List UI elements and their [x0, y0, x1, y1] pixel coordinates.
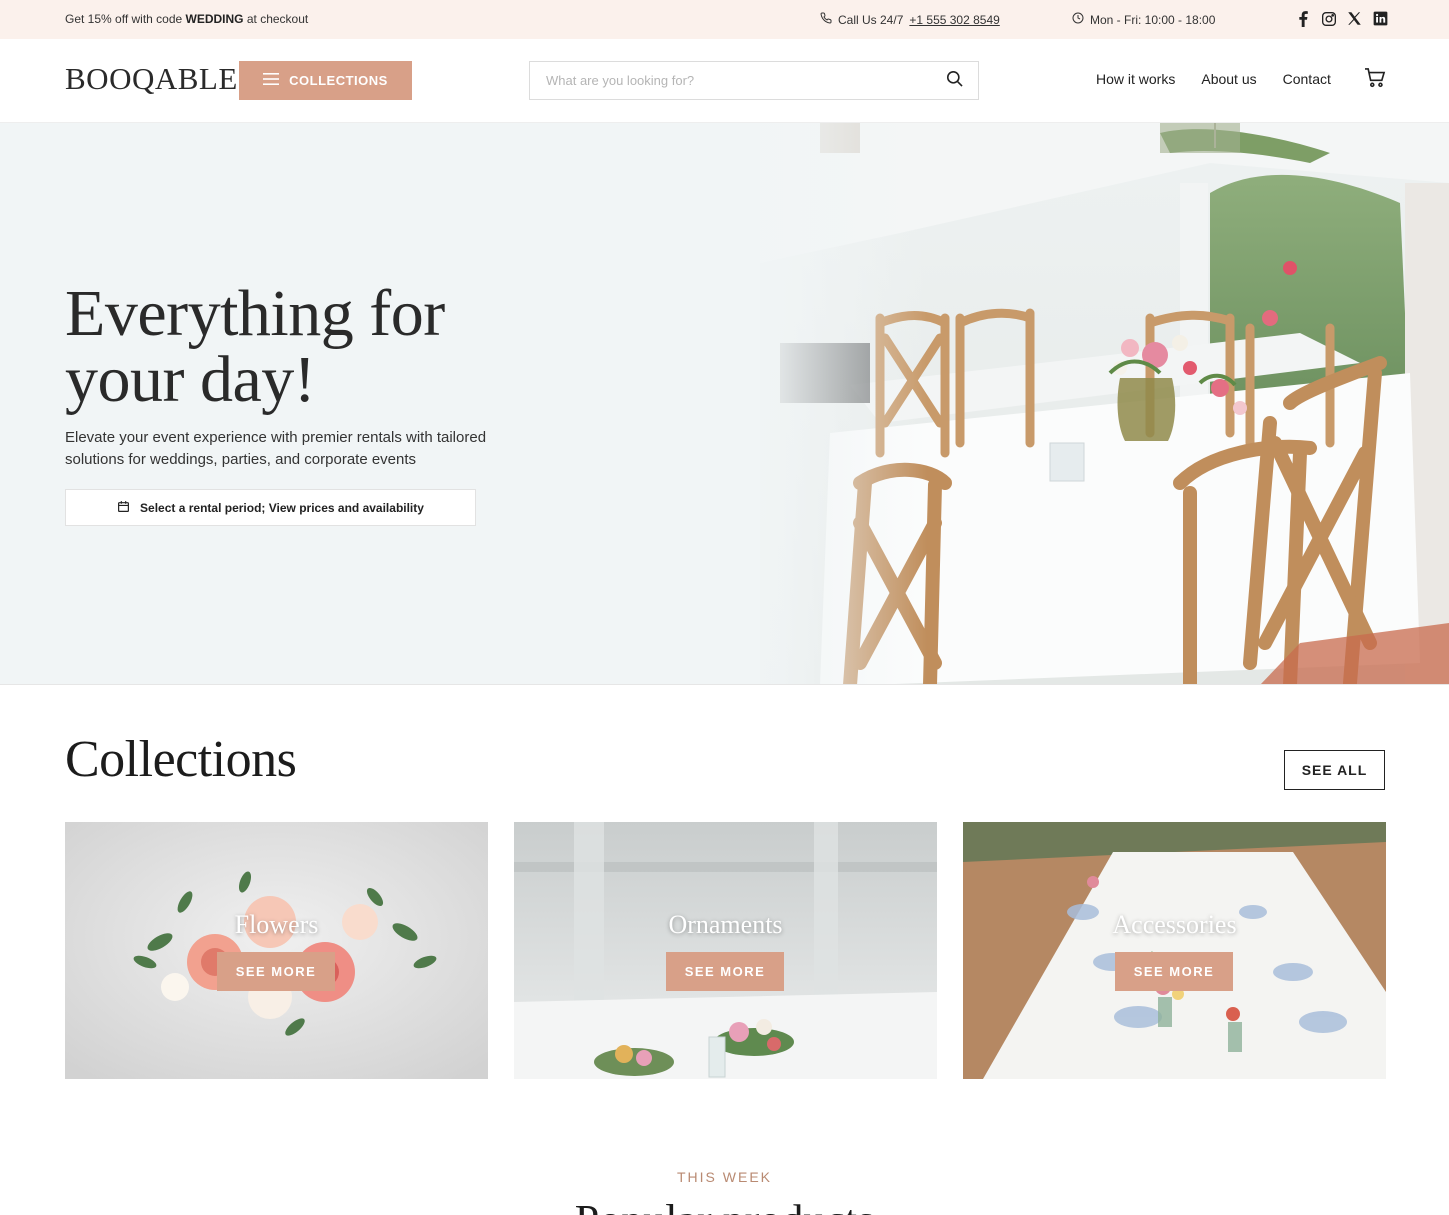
collection-label-accessories: Accessories: [1112, 910, 1237, 939]
collections-menu-label: COLLECTIONS: [289, 73, 388, 88]
social-links: [1294, 10, 1389, 27]
top-promo-bar: Get 15% off with code WEDDING at checkou…: [0, 0, 1449, 39]
cart-icon[interactable]: [1364, 68, 1386, 93]
phone-icon: [820, 12, 832, 27]
x-icon[interactable]: [1346, 10, 1363, 27]
rental-period-label: Select a rental period; View prices and …: [140, 500, 424, 515]
main-nav: How it works About us Contact: [1096, 71, 1331, 87]
promo-prefix: Get 15% off with code: [65, 12, 186, 26]
phone-number-link[interactable]: +1 555 302 8549: [909, 13, 999, 27]
menu-icon: [263, 73, 280, 88]
see-more-accessories-button[interactable]: SEE MORE: [1115, 952, 1233, 991]
see-all-button[interactable]: SEE ALL: [1284, 750, 1385, 790]
hours-text: Mon - Fri: 10:00 - 18:00: [1090, 12, 1216, 27]
site-logo[interactable]: BOOQABLE: [65, 61, 238, 97]
collection-card-accessories[interactable]: Accessories SEE MORE: [963, 822, 1386, 1079]
this-week-eyebrow: THIS WEEK: [676, 1169, 772, 1185]
hero-section: Everything for your day! Elevate your ev…: [0, 123, 1449, 685]
accessories-photo: [963, 822, 1386, 1079]
collection-card-ornaments[interactable]: Ornaments SEE MORE: [514, 822, 937, 1079]
instagram-icon[interactable]: [1320, 10, 1337, 27]
nav-contact[interactable]: Contact: [1283, 71, 1331, 87]
call-label: Call Us 24/7: [838, 12, 904, 27]
promo-code: WEDDING: [185, 12, 244, 26]
rental-period-button[interactable]: Select a rental period; View prices and …: [65, 489, 476, 526]
calendar-icon: [117, 500, 130, 516]
see-more-flowers-button[interactable]: SEE MORE: [217, 952, 335, 991]
collection-label-ornaments: Ornaments: [668, 910, 783, 939]
collection-card-flowers[interactable]: Flowers SEE MORE: [65, 822, 488, 1079]
hero-title: Everything for your day!: [65, 277, 445, 416]
hero-subtitle: Elevate your event experience with premi…: [65, 429, 487, 468]
site-header: BOOQABLE COLLECTIONS How it works About …: [0, 39, 1449, 123]
collections-menu-button[interactable]: COLLECTIONS: [239, 61, 412, 100]
call-info: Call Us 24/7 +1 555 302 8549: [820, 12, 1000, 27]
search-input[interactable]: [546, 73, 945, 88]
see-more-ornaments-button[interactable]: SEE MORE: [666, 952, 784, 991]
promo-text: Get 15% off with code WEDDING at checkou…: [65, 12, 308, 26]
search-icon[interactable]: [945, 69, 964, 93]
nav-about-us[interactable]: About us: [1201, 71, 1256, 87]
flowers-photo: [65, 822, 488, 1079]
facebook-icon[interactable]: [1294, 10, 1311, 27]
promo-suffix: at checkout: [243, 12, 309, 26]
opening-hours: Mon - Fri: 10:00 - 18:00: [1072, 12, 1215, 27]
collection-label-flowers: Flowers: [234, 910, 319, 939]
ornaments-photo: [514, 822, 937, 1079]
nav-how-it-works[interactable]: How it works: [1096, 71, 1175, 87]
collections-heading: Collections: [65, 731, 297, 788]
clock-icon: [1072, 12, 1084, 27]
popular-products-heading: Popular products: [0, 1195, 1449, 1215]
linkedin-icon[interactable]: [1372, 10, 1389, 27]
search-bar: [529, 61, 979, 100]
